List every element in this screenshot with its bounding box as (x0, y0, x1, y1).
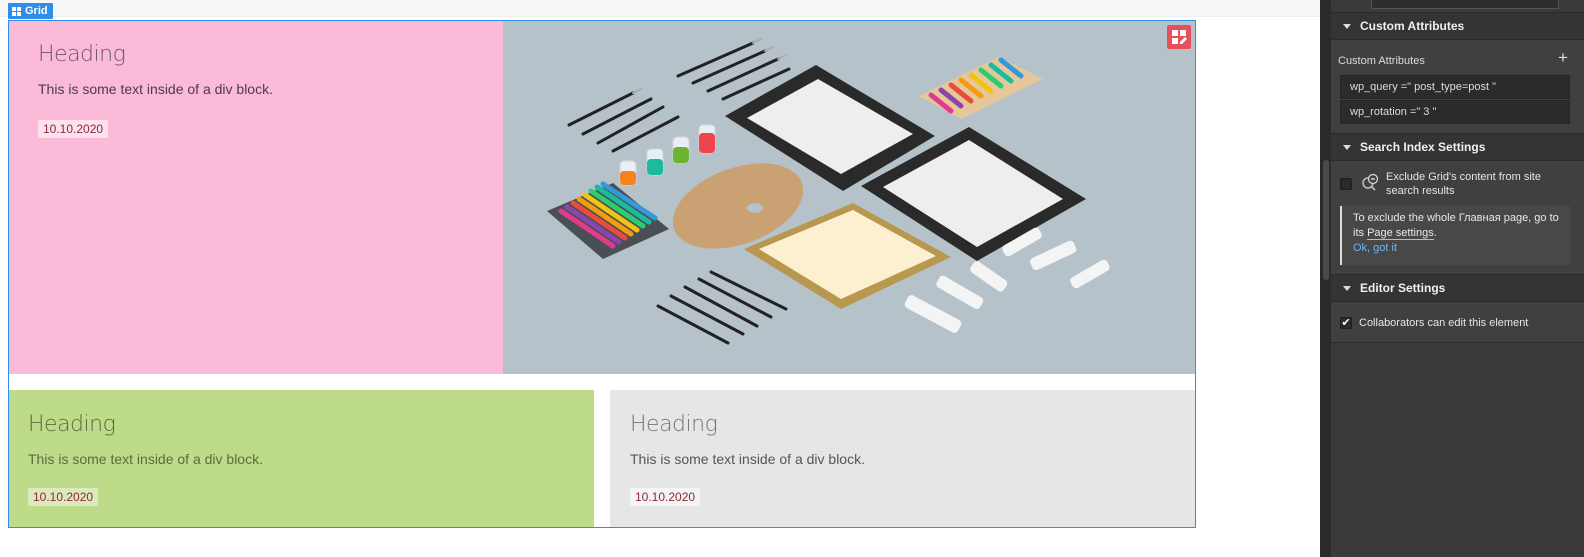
hint-suffix: . (1433, 227, 1437, 239)
cell-date: 10.10.2020 (28, 488, 99, 506)
exclude-search-label: Exclude Grid's content from site search … (1386, 171, 1541, 197)
grid-cell-grey[interactable]: Heading This is some text inside of a di… (610, 390, 1195, 527)
panel-scrollbar[interactable] (1321, 0, 1331, 557)
section-editor-settings-header[interactable]: Editor Settings (1331, 274, 1584, 302)
cell-date: 10.10.2020 (630, 488, 701, 506)
collaborators-edit-label: Collaborators can edit this element (1359, 317, 1529, 329)
cell-date: 10.10.2020 (38, 120, 109, 138)
cell-text: This is some text inside of a div block. (630, 451, 865, 467)
collapse-triangle-icon (1343, 144, 1351, 150)
grid-cell-green[interactable]: Heading This is some text inside of a di… (9, 390, 594, 527)
settings-panel: Custom Attributes Custom Attributes + wp… (1320, 0, 1584, 557)
exclude-search-checkbox[interactable] (1340, 178, 1352, 190)
canvas-top-bar (0, 0, 1320, 17)
dismiss-hint-link[interactable]: Ok, got it (1353, 241, 1562, 256)
design-canvas: Grid Heading This is some text inside of… (0, 0, 1320, 557)
section-custom-attributes-header[interactable]: Custom Attributes (1331, 12, 1584, 40)
grid-icon (12, 6, 21, 16)
cell-heading: Heading (28, 412, 116, 437)
grid-edit-icon[interactable] (1167, 25, 1191, 49)
grid-cell-pink[interactable]: Heading This is some text inside of a di… (9, 21, 503, 374)
cell-heading: Heading (38, 42, 126, 67)
checkmark-icon: ✔ (1341, 317, 1351, 329)
art-supplies-image (547, 38, 1110, 345)
cell-heading: Heading (630, 412, 718, 437)
panel-empty-area (1331, 342, 1584, 557)
previous-field-stub (1371, 0, 1559, 9)
collapse-triangle-icon (1343, 285, 1351, 291)
search-exclude-icon (1361, 173, 1379, 193)
grid-element-tag[interactable]: Grid (8, 3, 53, 19)
panel-scrollbar-thumb[interactable] (1323, 160, 1329, 280)
custom-attributes-label: Custom Attributes (1338, 55, 1425, 67)
cell-text: This is some text inside of a div block. (28, 451, 263, 467)
panel-content: Custom Attributes Custom Attributes + wp… (1331, 0, 1584, 557)
attribute-row[interactable]: wp_query =" post_type=post " (1340, 75, 1570, 99)
section-title: Editor Settings (1360, 281, 1446, 295)
grid-cell-image[interactable] (503, 21, 1195, 374)
page-settings-link[interactable]: Page settings (1367, 227, 1434, 240)
panel-top-strip (1331, 0, 1584, 12)
attribute-row[interactable]: wp_rotation =" 3 " (1340, 100, 1570, 124)
plus-icon[interactable]: + (1555, 49, 1571, 66)
grid-tag-label: Grid (25, 5, 48, 17)
collapse-triangle-icon (1343, 23, 1351, 29)
cell-text: This is some text inside of a div block. (38, 81, 273, 97)
section-title: Custom Attributes (1360, 19, 1465, 33)
page-settings-hint: To exclude the whole Главная page, go to… (1340, 206, 1570, 265)
section-search-index-header[interactable]: Search Index Settings (1331, 133, 1584, 161)
section-title: Search Index Settings (1360, 140, 1486, 154)
collaborators-edit-checkbox[interactable]: ✔ (1340, 317, 1352, 329)
